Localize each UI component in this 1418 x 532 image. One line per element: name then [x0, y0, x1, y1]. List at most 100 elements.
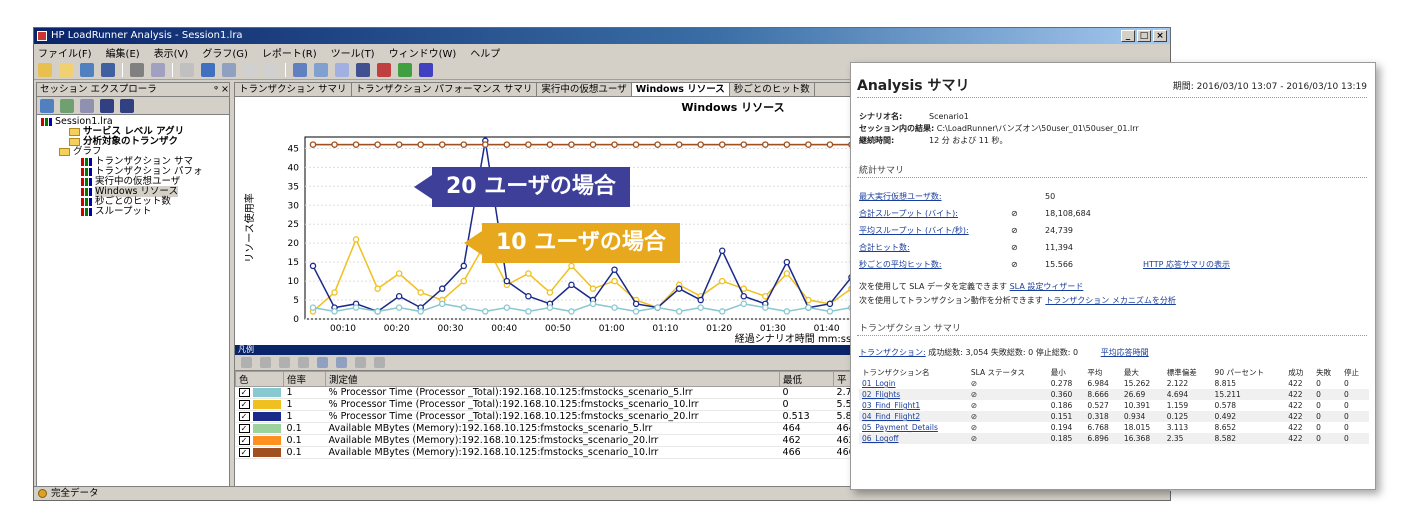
tree-node-transactions[interactable]: 分析対象のトランザク	[41, 137, 229, 147]
explorer-pin-close[interactable]: ᵠ ×	[214, 83, 229, 96]
tab-windows-resources[interactable]: Windows リソース	[631, 83, 730, 96]
zoom-icon[interactable]	[222, 62, 236, 77]
add-graph-icon[interactable]	[80, 62, 94, 77]
graph-icon	[81, 177, 92, 186]
merge-graph-icon[interactable]	[293, 62, 307, 77]
report-icon[interactable]	[356, 62, 370, 77]
legend-color-cell[interactable]: ✓	[235, 386, 284, 399]
export-icon[interactable]	[355, 357, 366, 368]
visibility-checkbox[interactable]: ✓	[238, 400, 250, 409]
legend-color-cell[interactable]: ✓	[235, 446, 284, 459]
tx-cell: 422	[1285, 389, 1314, 400]
move-up-icon[interactable]	[100, 98, 114, 113]
tx-name-link[interactable]: 01_Login	[859, 378, 968, 389]
stat-value: 50	[1045, 192, 1056, 201]
tab-transaction-summary[interactable]: トランザクション サマリ	[235, 83, 352, 96]
graph-list-icon[interactable]	[60, 98, 74, 113]
legend-color-cell[interactable]: ✓	[235, 398, 284, 411]
preview-icon[interactable]	[151, 62, 165, 77]
x-axis-label: 経過シナリオ時間 mm:ss	[735, 332, 851, 345]
stat-link[interactable]: 最大実行仮想ユーザ数:	[859, 191, 1011, 202]
visibility-checkbox[interactable]: ✓	[238, 388, 250, 397]
save-icon[interactable]	[101, 62, 115, 77]
undo-icon[interactable]	[180, 62, 194, 77]
menu-view[interactable]: 表示(V)	[154, 45, 189, 60]
http-response-link[interactable]: HTTP 応答サマリの表示	[1143, 260, 1230, 269]
legend-col-measure[interactable]: 測定値	[325, 371, 781, 387]
legend-col-min[interactable]: 最低	[779, 371, 835, 387]
maximize-button[interactable]: □	[1137, 30, 1151, 42]
close-button[interactable]: ×	[1153, 30, 1167, 42]
legend-color-cell[interactable]: ✓	[235, 422, 284, 435]
avg-response-link[interactable]: 平均応答時間	[1101, 348, 1149, 357]
chart-area-icon[interactable]	[419, 62, 433, 77]
tx-cell: 18.015	[1123, 423, 1151, 432]
overlay-icon[interactable]	[335, 62, 349, 77]
visibility-checkbox[interactable]: ✓	[238, 424, 250, 433]
data-point	[568, 308, 575, 315]
stat-link[interactable]: 合計スループット (バイト):	[859, 208, 1011, 219]
add-graph-icon[interactable]	[40, 98, 54, 113]
columns-icon[interactable]	[279, 357, 290, 368]
visibility-checkbox[interactable]: ✓	[238, 448, 250, 457]
filter-icon[interactable]	[317, 357, 328, 368]
duration-row: 継続時間: 12 分 および 11 秒。	[859, 136, 1008, 145]
data-point	[826, 141, 834, 148]
chart-line-icon[interactable]	[398, 62, 412, 77]
tx-mechanism-link[interactable]: トランザクション メカニズムを分析	[1045, 296, 1176, 305]
data-point	[568, 141, 575, 148]
stat-link[interactable]: 合計ヒット数:	[859, 242, 1011, 253]
tx-name-link[interactable]: 04_Find_Flight2	[859, 411, 968, 422]
forward-icon[interactable]	[264, 62, 278, 77]
filter-icon[interactable]	[201, 62, 215, 77]
minimize-button[interactable]: _	[1121, 30, 1135, 42]
tx-analysis-row: 次を使用してトランザクション動作を分析できます トランザクション メカニズムを分…	[859, 296, 1176, 305]
graph-icon	[81, 207, 92, 216]
configure-icon[interactable]	[336, 357, 347, 368]
menu-file[interactable]: ファイル(F)	[38, 45, 92, 60]
open-folder-icon[interactable]	[59, 62, 73, 77]
stat-value: 15.566	[1045, 260, 1073, 269]
copy-icon[interactable]	[374, 357, 385, 368]
properties-icon[interactable]	[80, 98, 94, 113]
visibility-checkbox[interactable]: ✓	[238, 436, 250, 445]
show-icon[interactable]	[241, 357, 252, 368]
tab-transaction-performance[interactable]: トランザクション パフォーマンス サマリ	[352, 83, 538, 96]
correlate-icon[interactable]	[314, 62, 328, 77]
hide-icon[interactable]	[260, 357, 271, 368]
legend-measure: % Processor Time (Processor _Total):192.…	[325, 386, 780, 399]
callout-10-users: 10 ユーザの場合	[482, 223, 680, 263]
menu-graph[interactable]: グラフ(G)	[202, 45, 248, 60]
stat-row: 平均スループット (バイト/秒): ⊘ 24,739	[859, 225, 1073, 236]
stat-link[interactable]: 秒ごとの平均ヒット数:	[859, 259, 1011, 270]
menu-help[interactable]: ヘルプ	[470, 45, 500, 60]
visibility-checkbox[interactable]: ✓	[238, 412, 250, 421]
menu-report[interactable]: レポート(R)	[262, 45, 317, 60]
menu-tools[interactable]: ツール(T)	[331, 45, 375, 60]
legend-col-scale[interactable]: 倍率	[283, 371, 327, 387]
tx-name-link[interactable]: 03_Find_Flight1	[859, 400, 968, 411]
legend-col-color[interactable]: 色	[234, 371, 285, 387]
stat-link[interactable]: 平均スループット (バイト/秒):	[859, 225, 1011, 236]
chart-bar-icon[interactable]	[377, 62, 391, 77]
menu-edit[interactable]: 編集(E)	[106, 45, 140, 60]
legend-color-cell[interactable]: ✓	[235, 434, 284, 447]
tree-node-throughput[interactable]: スループット	[41, 207, 229, 217]
menu-window[interactable]: ウィンドウ(W)	[389, 45, 457, 60]
data-point	[783, 141, 791, 148]
back-icon[interactable]	[243, 62, 257, 77]
tx-name-link[interactable]: 02_Flights	[859, 389, 968, 400]
sort-icon[interactable]	[298, 357, 309, 368]
print-icon[interactable]	[130, 62, 144, 77]
data-point	[762, 141, 769, 148]
sla-wizard-link[interactable]: SLA 設定ウィザード	[1010, 282, 1084, 291]
tab-running-vusers[interactable]: 実行中の仮想ユーザ	[537, 83, 632, 96]
move-down-icon[interactable]	[120, 98, 134, 113]
tx-name-link[interactable]: 05_Payment_Details	[859, 422, 968, 433]
tx-col-header: 標準偏差	[1166, 368, 1197, 377]
legend-color-cell[interactable]: ✓	[235, 410, 284, 423]
tx-summary-link[interactable]: トランザクション:	[859, 348, 926, 357]
tab-hits-per-second[interactable]: 秒ごとのヒット数	[730, 83, 815, 96]
tx-name-link[interactable]: 06_Logoff	[859, 433, 968, 444]
new-session-icon[interactable]	[38, 62, 52, 77]
